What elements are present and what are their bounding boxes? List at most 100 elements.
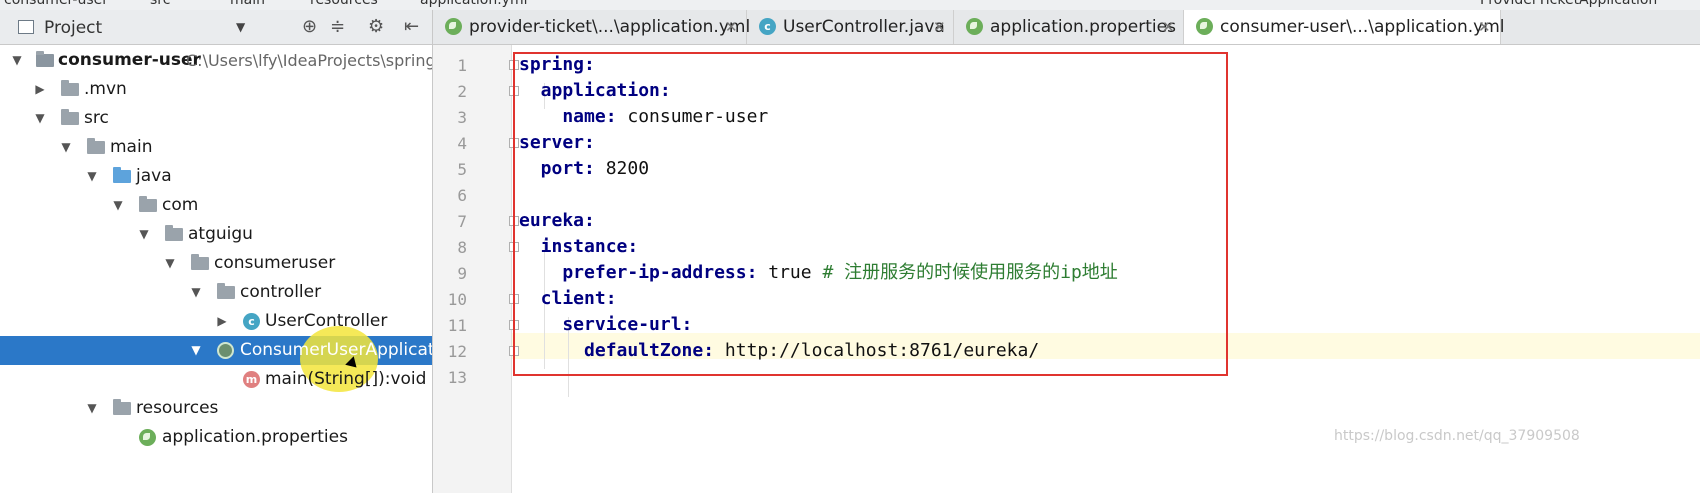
line-number: 11 [447, 316, 467, 335]
chevron-down-icon[interactable]: ▼ [111, 191, 125, 220]
tree-item-main[interactable]: ▼ main [0, 133, 432, 162]
tree-item-usercontroller[interactable]: ▶ c UserController [0, 307, 432, 336]
code-line: instance: [519, 236, 639, 257]
project-view-icon [18, 20, 34, 34]
class-icon: c [243, 313, 260, 330]
package-icon [165, 225, 183, 241]
spring-boot-app-icon [217, 342, 234, 359]
code-line: server: [519, 132, 595, 153]
breadcrumb-item[interactable]: main [230, 0, 265, 8]
tree-item-application-properties[interactable]: application.properties [0, 423, 432, 452]
chevron-down-icon[interactable]: ▼ [85, 162, 99, 191]
fold-marker-icon[interactable] [509, 60, 519, 70]
project-panel: Project ▼ ⊕ ≑ ⚙ ⇤ ▼ consumer-user C:\Use… [0, 10, 433, 493]
chevron-down-icon[interactable]: ▼ [33, 104, 47, 133]
chevron-down-icon[interactable]: ▼ [189, 278, 203, 307]
tab-label: consumer-user\...\application.yml [1220, 17, 1505, 37]
chevron-down-icon[interactable]: ▼ [189, 336, 203, 365]
code-line: port: 8200 [519, 158, 650, 179]
line-number: 5 [457, 160, 467, 179]
gear-icon[interactable]: ⚙ [368, 16, 384, 37]
tree-item-label: controller [240, 282, 322, 302]
project-panel-header: Project ▼ ⊕ ≑ ⚙ ⇤ [0, 10, 432, 45]
tree-item-java[interactable]: ▼ java [0, 162, 432, 191]
folder-icon [61, 109, 79, 125]
spring-config-icon [966, 18, 983, 35]
tree-item-consumer-user[interactable]: ▼ consumer-user C:\Users\lfy\IdeaProject… [0, 46, 432, 75]
code-editor[interactable]: 1 2 3 4 5 6 7 8 9 10 11 12 13 spring: ap… [433, 45, 1700, 493]
tree-item-label: java [136, 166, 172, 186]
tree-item-com[interactable]: ▼ com [0, 191, 432, 220]
chevron-down-icon[interactable]: ▼ [163, 249, 177, 278]
fold-marker-icon[interactable] [509, 138, 519, 148]
tree-item-consumeruserapplication[interactable]: ▼ ConsumerUserApplication [0, 326, 432, 392]
fold-marker-icon[interactable] [509, 86, 519, 96]
code-line: name: consumer-user [519, 106, 769, 127]
tree-item-main-method[interactable]: m main(String[]):void [0, 365, 432, 394]
tab-usercontroller-java[interactable]: c UserController.java ✕ [747, 10, 954, 44]
tree-item-label: resources [136, 398, 219, 418]
line-number: 10 [447, 290, 467, 309]
chevron-down-icon[interactable]: ▼ [85, 394, 99, 423]
chevron-down-icon[interactable]: ▼ [236, 20, 245, 34]
tree-item-label: consumeruser [214, 253, 336, 273]
chevron-down-icon[interactable]: ▼ [59, 133, 73, 162]
line-number: 7 [457, 212, 467, 231]
close-icon[interactable]: ✕ [1478, 10, 1491, 44]
chevron-down-icon[interactable]: ▼ [137, 220, 151, 249]
code-line: client: [519, 288, 617, 309]
close-icon[interactable]: ✕ [933, 10, 946, 44]
line-number: 4 [457, 134, 467, 153]
resources-folder-icon [113, 399, 131, 415]
folder-icon [61, 80, 79, 96]
tab-consumer-user-application-yml[interactable]: consumer-user\...\application.yml ✕ [1184, 10, 1505, 44]
tree-item-label: src [84, 108, 109, 128]
module-folder-icon [36, 51, 54, 67]
line-number: 3 [457, 108, 467, 127]
fold-marker-icon[interactable] [509, 346, 519, 356]
fold-marker-icon[interactable] [509, 320, 519, 330]
tree-item-controller[interactable]: ▼ controller [0, 278, 432, 307]
line-number: 13 [447, 368, 467, 387]
project-panel-title[interactable]: Project [44, 18, 102, 38]
tab-provider-ticket-application-yml[interactable]: provider-ticket\...\application.yml ✕ [433, 10, 751, 44]
chevron-right-icon[interactable]: ▶ [215, 307, 229, 336]
breadcrumb-item[interactable]: src [150, 0, 170, 8]
breadcrumb-item[interactable]: application.yml [420, 0, 528, 8]
code-line: service-url: [519, 314, 693, 335]
code-comment: # 注册服务的时候使用服务的ip地址 [811, 262, 1118, 283]
line-number: 12 [447, 342, 467, 361]
tree-item-consumeruser[interactable]: ▼ consumeruser [0, 249, 432, 278]
close-icon[interactable]: ✕ [725, 10, 738, 44]
scroll-from-source-icon[interactable]: ⊕ [302, 16, 317, 37]
package-icon [217, 283, 235, 299]
tree-item-label: .mvn [84, 79, 127, 99]
run-config-label[interactable]: ProviderTicketApplication [1480, 0, 1657, 8]
class-icon: c [759, 18, 776, 35]
tab-application-properties[interactable]: application.properties ✕ [954, 10, 1184, 44]
package-icon [191, 254, 209, 270]
code-line: prefer-ip-address: true # 注册服务的时候使用服务的ip… [519, 262, 1118, 283]
fold-marker-icon[interactable] [509, 294, 519, 304]
line-number: 8 [457, 238, 467, 257]
close-icon[interactable]: ✕ [1162, 10, 1175, 44]
chevron-right-icon[interactable]: ▶ [33, 75, 47, 104]
spring-config-icon [1196, 18, 1213, 35]
breadcrumb-item[interactable]: resources [310, 0, 378, 8]
breadcrumb-item[interactable]: consumer-user [4, 0, 108, 8]
method-icon: m [243, 371, 260, 388]
tab-label: provider-ticket\...\application.yml [469, 17, 751, 37]
code-line: eureka: [519, 210, 595, 231]
tree-item-mvn[interactable]: ▶ .mvn [0, 75, 432, 104]
tree-item-resources[interactable]: ▼ resources [0, 394, 432, 423]
tree-item-label: main [110, 137, 153, 157]
fold-marker-icon[interactable] [509, 242, 519, 252]
tree-item-atguigu[interactable]: ▼ atguigu [0, 220, 432, 249]
collapse-all-icon[interactable]: ≑ [330, 16, 345, 37]
fold-marker-icon[interactable] [509, 216, 519, 226]
chevron-down-icon[interactable]: ▼ [10, 46, 24, 75]
editor-tabs: provider-ticket\...\application.yml ✕ c … [433, 10, 1700, 45]
hide-panel-icon[interactable]: ⇤ [404, 16, 419, 37]
tree-item-src[interactable]: ▼ src [0, 104, 432, 133]
spring-config-icon [445, 18, 462, 35]
